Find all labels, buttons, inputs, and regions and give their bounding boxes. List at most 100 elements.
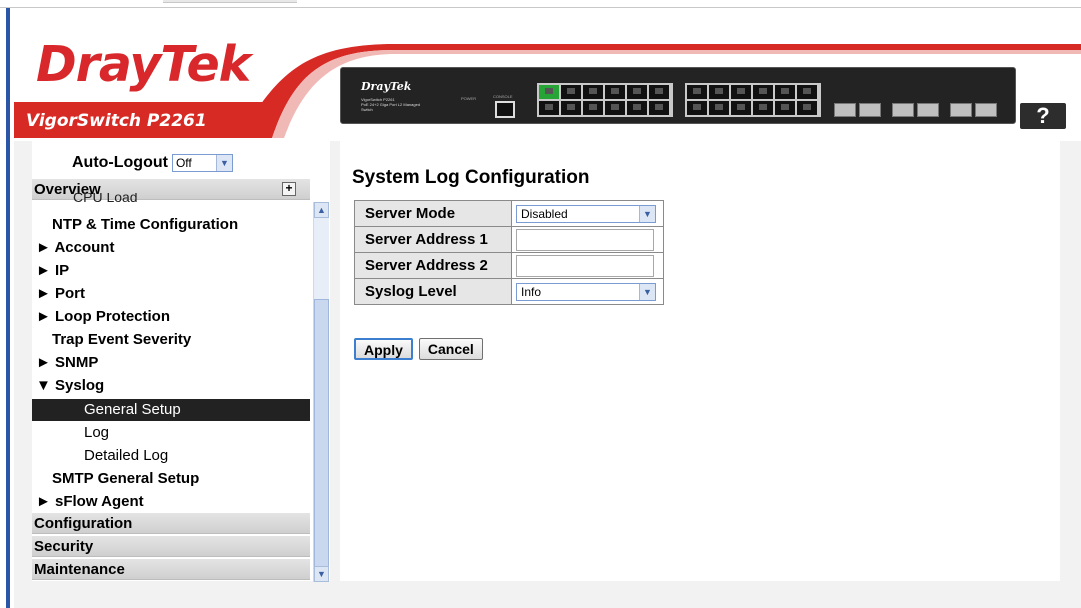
switch-front-panel: DrayTek VigorSwitch P2261 PoE 24+2 Giga P… xyxy=(340,67,1016,124)
browser-tab-edge xyxy=(163,0,297,3)
server-address-1-cell xyxy=(511,226,664,253)
syslog-level-value: Info xyxy=(521,284,542,299)
sfp-port-2[interactable] xyxy=(859,103,881,117)
menu-item-account[interactable]: ► Account xyxy=(32,237,310,259)
menu-item-snmp[interactable]: ► SNMP xyxy=(32,352,310,374)
header: DrayTek VigorSwitch P2261 DrayTek VigorS… xyxy=(14,8,1081,141)
port-group-1 xyxy=(537,83,673,117)
syslog-level-select[interactable]: Info ▼ xyxy=(516,282,656,301)
port-2[interactable] xyxy=(539,101,559,115)
server-mode-value: Disabled xyxy=(521,206,568,221)
scroll-up-icon[interactable]: ▲ xyxy=(314,202,329,218)
section-security[interactable]: Security xyxy=(32,536,310,557)
sfp-port-4[interactable] xyxy=(917,103,939,117)
main-content: System Log Configuration Server Mode Dis… xyxy=(340,141,1060,581)
menu-item-log[interactable]: Log xyxy=(32,422,310,444)
auto-logout-label: Auto-Logout xyxy=(72,154,168,171)
chevron-down-icon[interactable]: ▼ xyxy=(639,205,655,222)
port-14[interactable] xyxy=(687,101,707,115)
server-address-1-label: Server Address 1 xyxy=(354,226,512,253)
apply-button[interactable]: Apply xyxy=(354,338,413,360)
server-address-1-input[interactable] xyxy=(516,228,654,251)
port-23[interactable] xyxy=(797,85,817,99)
auto-logout-select[interactable]: Off ▼ xyxy=(171,154,233,172)
table-row: Syslog Level Info ▼ xyxy=(354,278,664,305)
port-4[interactable] xyxy=(561,101,581,115)
port-20[interactable] xyxy=(753,101,773,115)
chevron-down-icon[interactable]: ▼ xyxy=(639,283,655,300)
menu-item-ip[interactable]: ► IP xyxy=(32,260,310,282)
scroll-down-icon[interactable]: ▼ xyxy=(314,566,329,582)
port-1[interactable] xyxy=(539,85,559,99)
port-group-2 xyxy=(685,83,821,117)
auto-logout-value: Off xyxy=(175,156,192,170)
sfp-port-1[interactable] xyxy=(834,103,856,117)
menu-item-syslog[interactable]: ▼ Syslog xyxy=(32,375,310,397)
cancel-button[interactable]: Cancel xyxy=(418,338,483,360)
scrollbar-thumb[interactable] xyxy=(314,299,329,567)
port-5[interactable] xyxy=(583,85,603,99)
chevron-down-icon[interactable]: ▼ xyxy=(215,155,232,171)
menu-item-general-setup[interactable]: General Setup xyxy=(32,399,310,421)
browser-top-strip xyxy=(0,0,1081,8)
port-21[interactable] xyxy=(775,85,795,99)
action-buttons: Apply Cancel xyxy=(354,338,483,360)
server-mode-label: Server Mode xyxy=(354,200,512,227)
panel-power-label: POWER xyxy=(461,96,477,101)
panel-brand: DrayTek xyxy=(361,80,412,93)
menu-item-port[interactable]: ► Port xyxy=(32,283,310,305)
sfp-port-3[interactable] xyxy=(892,103,914,117)
port-3[interactable] xyxy=(561,85,581,99)
port-16[interactable] xyxy=(709,101,729,115)
port-19[interactable] xyxy=(753,85,773,99)
port-7[interactable] xyxy=(605,85,625,99)
page-title: System Log Configuration xyxy=(352,167,590,188)
menu-item-loop-protection[interactable]: ► Loop Protection xyxy=(32,306,310,328)
sfp-port-6[interactable] xyxy=(975,103,997,117)
port-9[interactable] xyxy=(627,85,647,99)
table-row: Server Mode Disabled ▼ xyxy=(354,200,664,227)
console-port xyxy=(495,101,515,118)
server-mode-cell: Disabled ▼ xyxy=(511,200,664,227)
port-8[interactable] xyxy=(605,101,625,115)
table-row: Server Address 1 xyxy=(354,226,664,253)
port-10[interactable] xyxy=(627,101,647,115)
server-address-2-input[interactable] xyxy=(516,254,654,277)
port-18[interactable] xyxy=(731,101,751,115)
port-24[interactable] xyxy=(797,101,817,115)
server-address-2-cell xyxy=(511,252,664,279)
section-maintenance[interactable]: Maintenance xyxy=(32,559,310,580)
port-11[interactable] xyxy=(649,85,669,99)
menu-item-sflow-agent[interactable]: ► sFlow Agent xyxy=(32,491,310,513)
menu-item-ntp[interactable]: NTP & Time Configuration xyxy=(32,214,310,236)
auto-logout: Auto-Logout Off ▼ xyxy=(72,154,233,172)
panel-subtitle: VigorSwitch P2261 PoE 24+2 Giga Port L2 M… xyxy=(361,97,421,112)
window-left-edge xyxy=(0,8,14,608)
panel-console-label: CONSOLE xyxy=(493,94,513,99)
port-17[interactable] xyxy=(731,85,751,99)
table-row: Server Address 2 xyxy=(354,252,664,279)
syslog-level-cell: Info ▼ xyxy=(511,278,664,305)
window-left-blue-line xyxy=(6,8,10,608)
menu-item-smtp-general-setup[interactable]: SMTP General Setup xyxy=(32,468,310,490)
menu-item-trap-event-severity[interactable]: Trap Event Severity xyxy=(32,329,310,351)
port-13[interactable] xyxy=(687,85,707,99)
port-22[interactable] xyxy=(775,101,795,115)
expand-plus-icon[interactable]: + xyxy=(282,182,296,196)
port-6[interactable] xyxy=(583,101,603,115)
menu-item-detailed-log[interactable]: Detailed Log xyxy=(32,445,310,467)
sidebar: Auto-Logout Off ▼ Overview + CPU Load NT… xyxy=(32,141,330,582)
sfp-port-5[interactable] xyxy=(950,103,972,117)
model-name: VigorSwitch P2261 xyxy=(26,111,207,131)
port-12[interactable] xyxy=(649,101,669,115)
syslog-config-table: Server Mode Disabled ▼ Server Address 1 … xyxy=(354,200,664,305)
draytek-logo: DrayTek xyxy=(36,36,251,93)
syslog-level-label: Syslog Level xyxy=(354,278,512,305)
section-configuration[interactable]: Configuration xyxy=(32,513,310,534)
server-address-2-label: Server Address 2 xyxy=(354,252,512,279)
port-15[interactable] xyxy=(709,85,729,99)
sidebar-menu: NTP & Time Configuration ► Account ► IP … xyxy=(32,202,310,522)
sidebar-scrollbar[interactable]: ▲ ▼ xyxy=(313,202,329,582)
server-mode-select[interactable]: Disabled ▼ xyxy=(516,204,656,223)
help-button[interactable]: ? xyxy=(1020,103,1066,129)
